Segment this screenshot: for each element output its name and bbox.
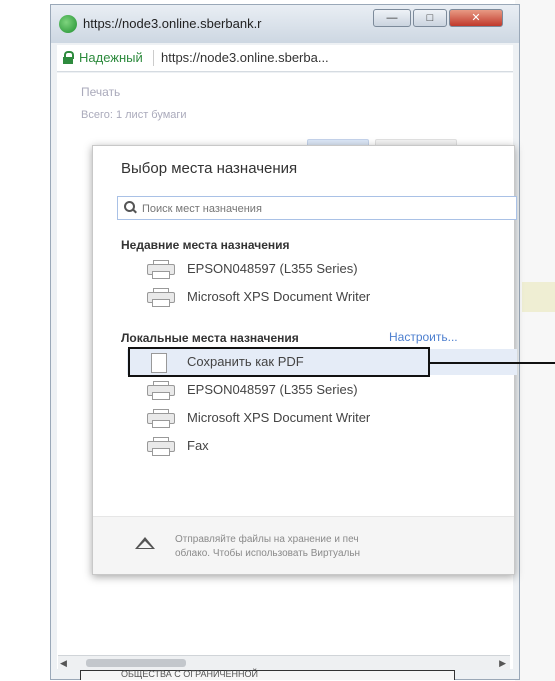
recent-destinations-header: Недавние места назначения <box>121 238 290 252</box>
manage-link[interactable]: Настроить... <box>389 330 458 344</box>
local-destination-item[interactable]: EPSON048597 (L355 Series) <box>127 377 487 403</box>
security-label: Надежный <box>79 50 143 65</box>
scroll-left-icon[interactable]: ◀ <box>60 658 67 669</box>
printer-icon <box>147 260 175 279</box>
footer-line: облако. Чтобы использовать Виртуальн <box>175 548 361 559</box>
printer-icon <box>147 409 175 428</box>
print-title: Печать <box>81 85 121 99</box>
close-icon: ✕ <box>471 12 481 24</box>
destination-label: Microsoft XPS Document Writer <box>187 289 371 304</box>
annotation-highlight-box <box>128 347 430 377</box>
cloud-print-text: Отправляйте файлы на хранение и печ обла… <box>175 533 515 561</box>
window-title: https://node3.online.sberbank.r <box>83 16 262 31</box>
search-input[interactable] <box>140 199 504 219</box>
print-total: Всего: 1 лист бумаги <box>81 109 187 121</box>
footer-line: Отправляйте файлы на хранение и печ <box>175 534 359 545</box>
bottom-page-button: ОБЩЕСТВА С ОГРАНИЧЕННОЙ <box>80 669 455 680</box>
background-page <box>515 0 555 681</box>
local-destination-item[interactable]: Fax <box>127 433 487 459</box>
background-highlight-band <box>522 282 555 312</box>
bottom-page-label: ОБЩЕСТВА С ОГРАНИЧЕННОЙ <box>121 669 258 679</box>
destination-label: EPSON048597 (L355 Series) <box>187 382 358 397</box>
minimize-icon: — <box>386 12 398 24</box>
annotation-callout-line <box>430 362 555 364</box>
local-destination-item[interactable]: Microsoft XPS Document Writer <box>127 405 487 431</box>
address-bar[interactable]: Надежный https://node3.online.sberba... <box>57 45 513 72</box>
recent-destination-item[interactable]: EPSON048597 (L355 Series) <box>127 256 487 282</box>
favicon-icon <box>59 15 77 33</box>
destination-label: Fax <box>187 438 209 453</box>
printer-icon <box>147 381 175 400</box>
search-icon <box>124 201 137 214</box>
cloud-print-footer: Отправляйте файлы на хранение и печ обла… <box>93 517 514 574</box>
destination-search[interactable] <box>117 196 517 220</box>
cloud-print-icon <box>135 537 155 551</box>
address-separator <box>153 50 154 66</box>
scroll-right-icon[interactable]: ▶ <box>499 658 506 669</box>
maximize-icon: □ <box>426 12 434 24</box>
dialog-title: Выбор места назначения <box>121 160 298 177</box>
recent-destination-item[interactable]: Microsoft XPS Document Writer <box>127 284 487 310</box>
minimize-button[interactable]: — <box>373 9 411 27</box>
printer-icon <box>147 288 175 307</box>
url-text[interactable]: https://node3.online.sberba... <box>161 50 329 65</box>
close-button[interactable]: ✕ <box>449 9 503 27</box>
scrollbar-thumb[interactable] <box>86 659 186 667</box>
printer-icon <box>147 437 175 456</box>
local-destinations-header: Локальные места назначения <box>121 331 299 345</box>
lock-icon <box>63 51 74 64</box>
destination-label: EPSON048597 (L355 Series) <box>187 261 358 276</box>
horizontal-scrollbar[interactable]: ◀ ▶ <box>58 655 510 670</box>
maximize-button[interactable]: □ <box>413 9 447 27</box>
title-bar: https://node3.online.sberbank.r — □ ✕ <box>51 5 519 43</box>
destination-label: Microsoft XPS Document Writer <box>187 410 371 425</box>
